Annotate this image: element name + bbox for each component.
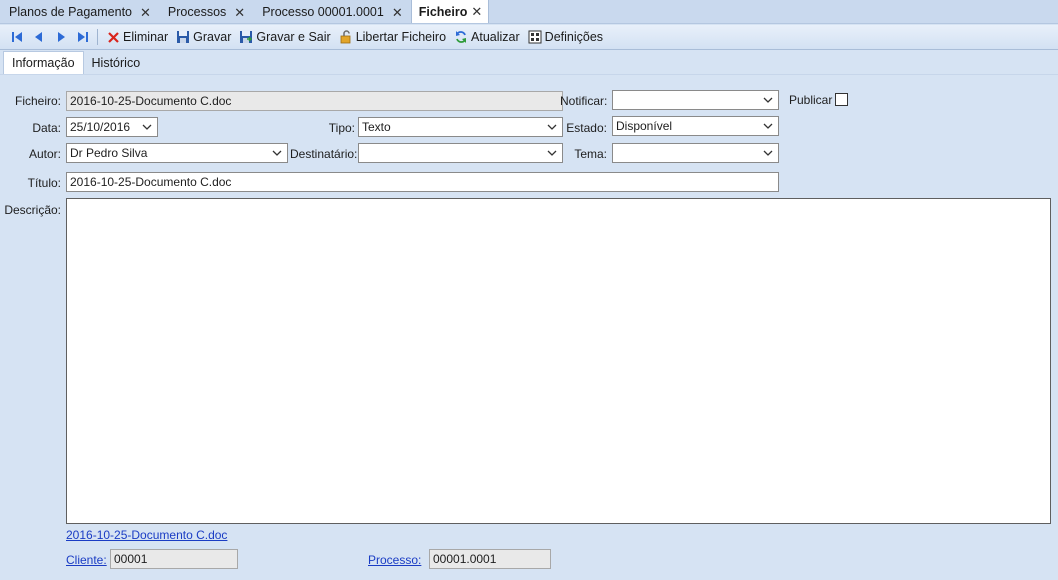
settings-button[interactable]: Definições (524, 26, 607, 48)
first-icon (12, 32, 22, 42)
close-icon[interactable]: ✕ (140, 6, 151, 19)
release-file-button[interactable]: Libertar Ficheiro (335, 26, 450, 48)
tab-label: Processo 00001.0001 (262, 5, 384, 19)
chevron-down-icon[interactable] (762, 117, 774, 135)
close-icon[interactable]: ✕ (392, 6, 403, 19)
refresh-icon (456, 31, 467, 43)
last-record-button[interactable] (72, 26, 94, 48)
tema-label: Tema: (574, 147, 607, 161)
unlock-icon (340, 30, 351, 44)
tema-select[interactable] (612, 143, 779, 163)
save-icon (177, 31, 190, 43)
chevron-down-icon[interactable] (762, 91, 774, 109)
chevron-down-icon[interactable] (546, 118, 558, 136)
date-picker[interactable]: 25/10/2016 (66, 117, 158, 137)
chevron-down-icon[interactable] (141, 118, 153, 136)
chevron-down-icon[interactable] (546, 144, 558, 162)
refresh-button[interactable]: Atualizar (450, 26, 524, 48)
ficheiro-label: Ficheiro: (14, 94, 61, 108)
settings-label: Definições (544, 30, 604, 44)
cliente-link[interactable]: Cliente: (66, 553, 107, 567)
delete-icon (108, 31, 119, 43)
save-exit-icon (240, 31, 253, 43)
cliente-field: 00001 (110, 549, 238, 569)
detail-tabs: Informação Histórico (0, 51, 1058, 75)
publicar-checkbox[interactable] (835, 93, 848, 106)
autor-select[interactable]: Dr Pedro Silva (66, 143, 288, 163)
data-label: Data: (32, 121, 61, 135)
tab-label: Processos (167, 5, 227, 19)
save-button[interactable]: Gravar (172, 26, 235, 48)
tab-informacao[interactable]: Informação (3, 51, 84, 74)
estado-label: Estado: (566, 121, 607, 135)
chevron-down-icon[interactable] (271, 144, 283, 162)
destinatario-select[interactable] (358, 143, 563, 163)
delete-button[interactable]: Eliminar (103, 26, 172, 48)
tab-historico[interactable]: Histórico (84, 52, 149, 74)
autor-label: Autor: (28, 147, 61, 161)
close-icon[interactable]: ✕ (234, 6, 245, 19)
close-icon[interactable]: ✕ (471, 5, 482, 18)
toolbar: Eliminar Gravar Gravar e Sair Libertar F… (0, 25, 1058, 50)
document-tabs: Planos de Pagamento ✕ Processos ✕ Proces… (0, 0, 1058, 24)
last-icon (78, 32, 88, 42)
processo-link[interactable]: Processo: (368, 553, 421, 567)
tipo-select[interactable]: Texto (358, 117, 563, 137)
previous-icon (35, 32, 42, 42)
release-file-label: Libertar Ficheiro (355, 30, 447, 44)
tipo-value: Texto (362, 120, 391, 134)
tab-processos[interactable]: Processos ✕ (159, 1, 253, 23)
autor-value: Dr Pedro Silva (70, 146, 148, 160)
processo-field: 00001.0001 (429, 549, 551, 569)
settings-icon (528, 30, 542, 44)
publicar-label: Publicar (789, 93, 833, 107)
tab-processo[interactable]: Processo 00001.0001 ✕ (253, 1, 411, 23)
notificar-label: Notificar: (560, 94, 608, 108)
tab-label: Ficheiro (418, 4, 468, 19)
next-record-button[interactable] (50, 26, 72, 48)
tipo-label: Tipo: (328, 121, 355, 135)
ficheiro-field: 2016-10-25-Documento C.doc (66, 91, 563, 111)
toolbar-separator (97, 29, 98, 45)
file-link[interactable]: 2016-10-25-Documento C.doc (66, 528, 227, 542)
delete-label: Eliminar (123, 30, 169, 44)
descricao-label: Descrição: (4, 203, 61, 217)
titulo-input[interactable]: 2016-10-25-Documento C.doc (66, 172, 779, 192)
date-value: 25/10/2016 (70, 120, 131, 134)
previous-record-button[interactable] (28, 26, 50, 48)
titulo-label: Título: (27, 176, 61, 190)
chevron-down-icon[interactable] (762, 144, 774, 162)
estado-select[interactable]: Disponível (612, 116, 779, 136)
tab-planos-de-pagamento[interactable]: Planos de Pagamento ✕ (0, 1, 159, 23)
destinatario-label: Destinatário: (290, 147, 358, 161)
refresh-label: Atualizar (471, 30, 520, 44)
save-exit-label: Gravar e Sair (256, 30, 331, 44)
next-icon (58, 32, 65, 42)
estado-value: Disponível (616, 119, 673, 133)
first-record-button[interactable] (6, 26, 28, 48)
notificar-select[interactable] (612, 90, 779, 110)
save-and-exit-button[interactable]: Gravar e Sair (235, 26, 334, 48)
descricao-textarea[interactable] (66, 198, 1051, 524)
save-label: Gravar (193, 30, 232, 44)
tab-label: Planos de Pagamento (9, 5, 133, 19)
tab-ficheiro[interactable]: Ficheiro ✕ (410, 0, 490, 23)
